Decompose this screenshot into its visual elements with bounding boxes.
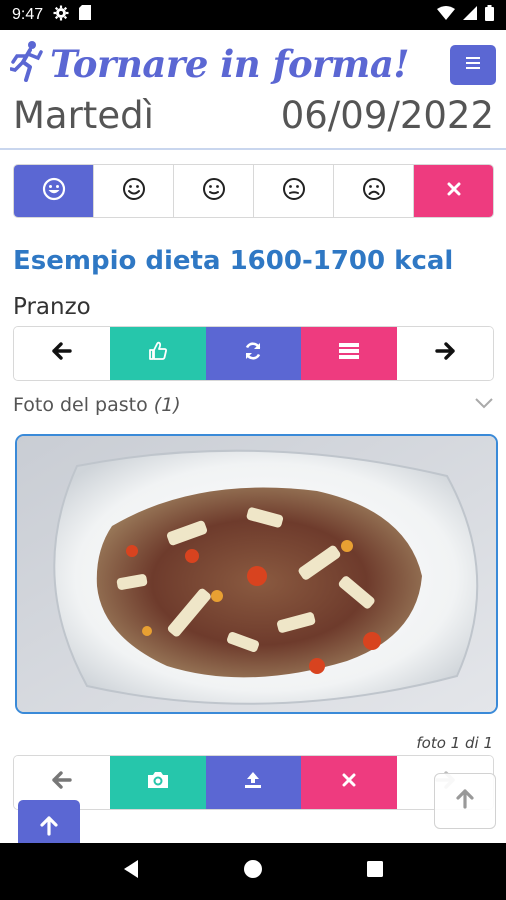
- recents-icon[interactable]: [366, 860, 384, 883]
- runner-icon: [9, 40, 44, 87]
- mood-very-happy-button[interactable]: [14, 165, 94, 217]
- meal-name: Pranzo: [13, 294, 91, 320]
- neutral-face-icon: [202, 177, 226, 206]
- chevron-down-icon[interactable]: [474, 396, 494, 415]
- back-icon[interactable]: [122, 859, 140, 884]
- previous-meal-button[interactable]: [14, 327, 110, 380]
- mood-happy-button[interactable]: [94, 165, 174, 217]
- arrow-up-icon: [456, 788, 474, 814]
- scroll-to-top-button[interactable]: [434, 773, 496, 829]
- happy-face-icon: [122, 177, 146, 206]
- photo-caption: foto 1 di 1: [416, 734, 493, 752]
- close-icon: [342, 773, 356, 792]
- delete-photo-button[interactable]: [301, 756, 398, 809]
- brand-logo[interactable]: Tornare in forma!: [9, 40, 410, 87]
- very-happy-face-icon: [42, 177, 66, 206]
- hamburger-icon: [466, 56, 480, 74]
- date-label[interactable]: 06/09/2022: [281, 94, 494, 137]
- like-meal-button[interactable]: [109, 327, 206, 380]
- header-divider: [0, 148, 506, 150]
- mood-sad-button[interactable]: [334, 165, 414, 217]
- swap-meal-button[interactable]: [205, 327, 302, 380]
- hamburger-menu-button[interactable]: [450, 45, 496, 85]
- arrow-left-icon: [52, 342, 72, 365]
- camera-icon: [146, 770, 170, 795]
- upload-photo-button[interactable]: [205, 756, 302, 809]
- meal-details-button[interactable]: [301, 327, 398, 380]
- arrow-left-icon: [52, 771, 72, 794]
- photo-count: (1): [153, 394, 181, 416]
- next-meal-button[interactable]: [397, 327, 493, 380]
- home-icon[interactable]: [243, 859, 263, 884]
- photo-label-text: Foto del pasto: [13, 394, 148, 416]
- system-navigation-bar: [0, 843, 506, 900]
- photo-section-label[interactable]: Foto del pasto (1): [13, 394, 181, 416]
- close-icon: [447, 182, 461, 201]
- refresh-icon: [243, 341, 263, 366]
- take-photo-button[interactable]: [109, 756, 206, 809]
- app-header: Tornare in forma! Martedì 06/09/2022: [0, 30, 506, 148]
- brand-name: Tornare in forma!: [50, 41, 410, 86]
- thumbs-up-icon: [148, 341, 168, 366]
- status-bar: 9:47: [0, 0, 506, 30]
- sd-card-icon: [79, 5, 92, 25]
- arrow-right-icon: [435, 342, 455, 365]
- mood-selector: [13, 164, 494, 218]
- arrow-up-icon: [40, 815, 58, 841]
- status-time: 9:47: [12, 6, 44, 23]
- weekday-label: Martedì: [13, 94, 154, 137]
- photo-action-bar: [13, 755, 494, 810]
- upload-icon: [244, 771, 262, 794]
- mood-slightly-sad-button[interactable]: [254, 165, 334, 217]
- meal-photo-image: [17, 436, 496, 712]
- list-icon: [338, 342, 360, 365]
- mood-neutral-button[interactable]: [174, 165, 254, 217]
- cell-signal-icon: [463, 5, 477, 25]
- diet-title[interactable]: Esempio dieta 1600-1700 kcal: [13, 246, 453, 276]
- mood-clear-button[interactable]: [414, 165, 493, 217]
- settings-gear-icon: [53, 5, 69, 26]
- slightly-sad-face-icon: [282, 177, 306, 206]
- meal-action-bar: [13, 326, 494, 381]
- sad-face-icon: [362, 177, 386, 206]
- wifi-icon: [437, 5, 455, 25]
- meal-photo[interactable]: [15, 434, 498, 714]
- battery-icon: [485, 4, 494, 26]
